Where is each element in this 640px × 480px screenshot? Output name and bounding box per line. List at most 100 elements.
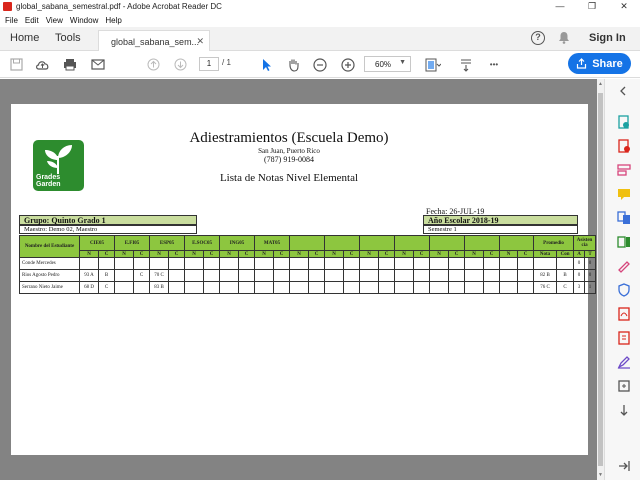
close-button[interactable]: ✕	[608, 0, 640, 13]
share-icon	[577, 58, 587, 69]
tab-tools[interactable]: Tools	[55, 32, 81, 44]
expand-panel-icon[interactable]	[617, 459, 631, 473]
sub-c: C	[483, 250, 501, 258]
subject-header: CIE05	[79, 235, 115, 251]
export-pdf-icon[interactable]	[617, 115, 631, 129]
toolbar: •••	[0, 51, 640, 78]
compress-pdf-icon[interactable]	[617, 331, 631, 345]
grade-cell: 68 D	[79, 281, 99, 294]
sub-n: N	[359, 250, 380, 258]
group-label: Grupo: Quinto Grado 1	[19, 215, 197, 225]
zoom-out-icon[interactable]	[312, 57, 328, 72]
sign-pen-icon[interactable]	[617, 355, 631, 369]
grade-cell	[184, 281, 205, 294]
select-cursor-icon[interactable]	[258, 57, 274, 72]
minimize-button[interactable]: —	[544, 0, 576, 13]
sub-n: N	[499, 250, 519, 258]
grade-cell	[324, 269, 345, 282]
grade-cell	[289, 269, 310, 282]
scroll-down-icon[interactable]: ▼	[597, 472, 604, 478]
right-tools-panel	[604, 79, 640, 480]
grade-cell	[133, 257, 150, 270]
grade-cell	[219, 257, 240, 270]
sub-c: C	[517, 250, 535, 258]
more-tools-icon[interactable]: •••	[486, 57, 502, 72]
zoom-in-icon[interactable]	[340, 57, 356, 72]
tab-document[interactable]: global_sabana_sem... ✕	[98, 30, 210, 52]
grade-cell	[448, 257, 466, 270]
school-year-label: Año Escolar 2018-19	[423, 215, 578, 225]
more-tools-panel-icon[interactable]	[617, 379, 631, 393]
comment-icon[interactable]	[617, 187, 631, 201]
grade-cell	[203, 257, 221, 270]
help-icon[interactable]: ?	[531, 31, 545, 45]
grade-cell	[308, 281, 326, 294]
page-number-input[interactable]: 1	[199, 57, 219, 71]
subject-header	[324, 235, 361, 251]
grade-cell	[413, 281, 431, 294]
grade-cell	[273, 257, 291, 270]
share-button[interactable]: Share	[568, 53, 631, 74]
logo-text: Grades Garden	[36, 174, 61, 188]
grade-cell	[79, 257, 99, 270]
fill-sign-icon[interactable]	[617, 259, 631, 273]
save-icon[interactable]	[8, 57, 24, 72]
combine-files-icon[interactable]	[617, 211, 631, 225]
grade-cell	[238, 269, 256, 282]
print-icon[interactable]	[62, 57, 78, 72]
scroll-panel-down-icon[interactable]	[617, 403, 631, 417]
sub-n: N	[254, 250, 275, 258]
tab-close-icon[interactable]: ✕	[196, 36, 204, 47]
grade-cell	[517, 269, 535, 282]
subject-header: E.SOC05	[184, 235, 221, 251]
grade-cell	[359, 257, 380, 270]
t-cell: 1	[584, 281, 597, 294]
next-page-icon[interactable]	[172, 57, 188, 72]
edit-pdf-icon[interactable]	[617, 163, 631, 177]
scrollbar-thumb[interactable]	[598, 93, 603, 466]
grade-cell	[254, 257, 275, 270]
scroll-up-icon[interactable]: ▲	[597, 81, 604, 87]
grade-cell	[308, 269, 326, 282]
share-label: Share	[592, 57, 623, 70]
previous-page-icon[interactable]	[145, 57, 161, 72]
menu-help[interactable]: Help	[105, 16, 121, 25]
vertical-scrollbar[interactable]: ▲ ▼	[597, 79, 604, 480]
menu-file[interactable]: File	[5, 16, 18, 25]
grade-cell	[464, 269, 485, 282]
collapse-panel-icon[interactable]	[617, 84, 631, 98]
hand-tool-icon[interactable]	[285, 57, 301, 72]
report-title: Lista de Notas Nivel Elemental	[219, 172, 359, 184]
grade-cell	[273, 281, 291, 294]
grade-cell	[483, 269, 501, 282]
sub-n: N	[464, 250, 485, 258]
organize-pages-icon[interactable]	[617, 235, 631, 249]
grade-cell	[343, 257, 361, 270]
fit-page-icon[interactable]	[425, 57, 441, 72]
grade-cell	[324, 281, 345, 294]
school-name: Adiestramientos (Escuela Demo)	[189, 130, 389, 146]
protect-icon[interactable]	[617, 283, 631, 297]
subject-header	[289, 235, 326, 251]
grade-cell	[238, 257, 256, 270]
acrobat-pdf-icon[interactable]	[617, 307, 631, 321]
grade-cell	[413, 269, 431, 282]
grade-cell: 70 C	[149, 269, 169, 282]
scroll-mode-icon[interactable]	[458, 57, 474, 72]
grade-cell	[167, 281, 186, 294]
notification-bell-icon[interactable]	[558, 31, 570, 44]
menu-window[interactable]: Window	[70, 16, 98, 25]
sub-c: C	[133, 250, 150, 258]
zoom-select[interactable]: 60% ▼	[364, 56, 411, 72]
sub-n: N	[324, 250, 345, 258]
menu-edit[interactable]: Edit	[25, 16, 39, 25]
sign-in-link[interactable]: Sign In	[589, 32, 626, 44]
menu-view[interactable]: View	[46, 16, 63, 25]
upload-cloud-icon[interactable]	[34, 57, 50, 72]
tab-home[interactable]: Home	[10, 32, 39, 44]
email-icon[interactable]	[90, 57, 106, 72]
maximize-button[interactable]: ❐	[576, 0, 608, 13]
student-name: Conde Mercedes	[19, 257, 80, 270]
create-pdf-icon[interactable]	[617, 139, 631, 153]
sub-c: C	[308, 250, 326, 258]
